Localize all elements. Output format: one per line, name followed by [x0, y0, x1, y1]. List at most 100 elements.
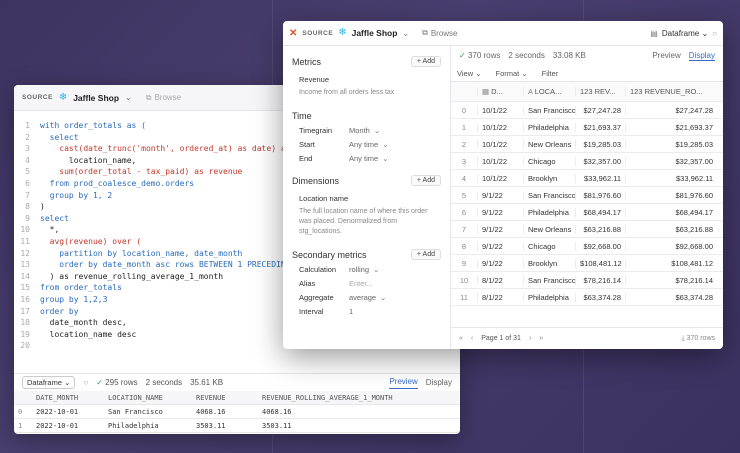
chevron-down-icon[interactable]: ⌄ [374, 126, 380, 135]
grid-cell[interactable]: 9/1/22 [477, 190, 523, 200]
grid-cell[interactable]: $32,357.00 [575, 156, 625, 166]
column-header[interactable]: 123 REV... [575, 87, 625, 96]
grid-row[interactable]: 9 9/1/22 Brooklyn $108,481.12 $108,481.12 [451, 255, 723, 272]
grid-cell[interactable]: $108,481.12 [575, 258, 625, 268]
grid-cell[interactable]: Brooklyn [523, 258, 575, 268]
grid-row[interactable]: 0 10/1/22 San Francisco $27,247.28 $27,247.2… [451, 102, 723, 119]
grid-cell[interactable]: $78,216.14 [625, 275, 717, 285]
grid-cell[interactable]: 10/1/22 [477, 139, 523, 149]
grid-cell[interactable]: 10/1/22 [477, 122, 523, 132]
column-header[interactable]: A LOCA... [523, 87, 575, 96]
connection-name[interactable]: Jaffle Shop [73, 93, 119, 103]
setting-value[interactable]: 1 [349, 307, 353, 316]
grid-cell[interactable]: Brooklyn [523, 173, 575, 183]
next-page-icon[interactable]: › [529, 335, 531, 342]
grid-cell[interactable]: $21,693.37 [575, 122, 625, 132]
grid-row[interactable]: 3 10/1/22 Chicago $32,357.00 $32,357.00 [451, 153, 723, 170]
browse-button[interactable]: ⧉ Browse [422, 28, 457, 38]
tab-display[interactable]: Display [426, 378, 452, 387]
connection-name[interactable]: Jaffle Shop [352, 28, 398, 38]
chevron-down-icon[interactable]: ⌄ [402, 29, 409, 38]
grid-cell[interactable]: $108,481.12 [625, 258, 717, 268]
grid-cell[interactable]: New Orleans [523, 139, 575, 149]
grid-cell[interactable]: San Francisco [523, 190, 575, 200]
grid-cell[interactable]: Philadelphia [523, 292, 575, 302]
column-header[interactable]: DATE_MONTH [32, 394, 104, 402]
grid-row[interactable]: 1 10/1/22 Philadelphia $21,693.37 $21,693.37 [451, 119, 723, 136]
grid-row[interactable]: 4 10/1/22 Brooklyn $33,962.11 $33,962.11 [451, 170, 723, 187]
grid-cell[interactable]: Philadelphia [523, 122, 575, 132]
download-button[interactable]: ⤓ 370 rows [682, 335, 715, 343]
close-x-icon[interactable]: ✕ [289, 28, 297, 39]
grid-cell[interactable]: 9/1/22 [477, 241, 523, 251]
grid-cell[interactable]: 9/1/22 [477, 207, 523, 217]
chevron-down-icon[interactable]: ⌄ [380, 293, 386, 302]
grid-cell[interactable]: $92,668.00 [625, 241, 717, 251]
first-page-icon[interactable]: « [459, 335, 463, 342]
grid-row[interactable]: 11 8/1/22 Philadelphia $63,374.28 $63,374.28 [451, 289, 723, 306]
grid-cell[interactable]: New Orleans [523, 224, 575, 234]
grid-cell[interactable]: $21,693.37 [625, 122, 717, 132]
chevron-down-icon[interactable]: ⌄ [382, 154, 388, 163]
grid-row[interactable]: 8 9/1/22 Chicago $92,668.00 $92,668.00 [451, 238, 723, 255]
grid-cell[interactable]: San Francisco [523, 105, 575, 115]
grid-cell[interactable]: $33,962.11 [575, 173, 625, 183]
grid-cell[interactable]: $19,285.03 [625, 139, 717, 149]
grid-cell[interactable]: $19,285.03 [575, 139, 625, 149]
chevron-down-icon[interactable]: ⌄ [382, 140, 388, 149]
view-menu[interactable]: View ⌄ [457, 69, 482, 78]
grid-cell[interactable]: 9/1/22 [477, 224, 523, 234]
grid-cell[interactable]: $92,668.00 [575, 241, 625, 251]
add-metric-button[interactable]: + Add [410, 56, 441, 67]
grid-cell[interactable]: Chicago [523, 156, 575, 166]
chevron-down-icon[interactable]: ⌄ [373, 265, 379, 274]
column-header[interactable]: REVENUE_ROLLING_AVERAGE_1_MONTH [258, 394, 448, 402]
setting-value[interactable]: Any time [349, 154, 378, 163]
grid-cell[interactable]: $78,216.14 [575, 275, 625, 285]
setting-value[interactable]: average [349, 293, 376, 302]
add-secondary-metric-button[interactable]: + Add [410, 249, 441, 260]
prev-page-icon[interactable]: ‹ [471, 335, 473, 342]
grid-cell[interactable]: $81,976.60 [625, 190, 717, 200]
column-header[interactable]: LOCATION_NAME [104, 394, 192, 402]
grid-cell[interactable]: $68,494.17 [575, 207, 625, 217]
grid-cell[interactable]: $81,976.60 [575, 190, 625, 200]
column-header[interactable]: REVENUE [192, 394, 258, 402]
tab-preview[interactable]: Preview [389, 377, 418, 389]
grid-cell[interactable]: $68,494.17 [625, 207, 717, 217]
filter-menu[interactable]: Filter [542, 69, 559, 78]
setting-value[interactable]: Enter... [349, 279, 373, 288]
grid-cell[interactable]: 8/1/22 [477, 275, 523, 285]
grid-cell[interactable]: $63,374.28 [625, 292, 717, 302]
last-page-icon[interactable]: » [539, 335, 543, 342]
grid-cell[interactable]: 10/1/22 [477, 173, 523, 183]
grid-cell[interactable]: 10/1/22 [477, 156, 523, 166]
grid-cell[interactable]: Chicago [523, 241, 575, 251]
setting-value[interactable]: Any time [349, 140, 378, 149]
metric-name[interactable]: Revenue [292, 75, 441, 84]
chevron-down-icon[interactable]: ⌄ [125, 93, 132, 102]
setting-value[interactable]: rolling [349, 265, 369, 274]
dimension-name[interactable]: Location name [292, 194, 441, 203]
browse-button[interactable]: ⧉ Browse [146, 93, 181, 103]
column-header[interactable]: 123 REVENUE_RO... [625, 87, 717, 96]
format-menu[interactable]: Format ⌄ [496, 69, 528, 78]
grid-row[interactable]: 5 9/1/22 San Francisco $81,976.60 $81,976.60 [451, 187, 723, 204]
grid-cell[interactable]: $63,216.88 [625, 224, 717, 234]
grid-row[interactable]: 10 8/1/22 San Francisco $78,216.14 $78,216.1… [451, 272, 723, 289]
grid-row[interactable]: 7 9/1/22 New Orleans $63,216.88 $63,216.88 [451, 221, 723, 238]
grid-cell[interactable]: 9/1/22 [477, 258, 523, 268]
setting-value[interactable]: Month [349, 126, 370, 135]
tab-display[interactable]: Display [688, 51, 715, 61]
grid-row[interactable]: 6 9/1/22 Philadelphia $68,494.17 $68,494.17 [451, 204, 723, 221]
add-dimension-button[interactable]: + Add [410, 175, 441, 186]
data-grid[interactable]: ▦ D... A LOCA... 123 REV... 123 REVENUE_RO.… [451, 82, 723, 306]
grid-cell[interactable]: $33,962.11 [625, 173, 717, 183]
format-select[interactable]: Dataframe ⌄ [22, 376, 76, 389]
tab-preview[interactable]: Preview [652, 51, 680, 61]
grid-row[interactable]: 2 10/1/22 New Orleans $19,285.03 $19,285.03 [451, 136, 723, 153]
grid-cell[interactable]: $27,247.28 [625, 105, 717, 115]
format-select[interactable]: Dataframe ⌄ [662, 29, 708, 38]
grid-cell[interactable]: $27,247.28 [575, 105, 625, 115]
grid-cell[interactable]: $63,374.28 [575, 292, 625, 302]
